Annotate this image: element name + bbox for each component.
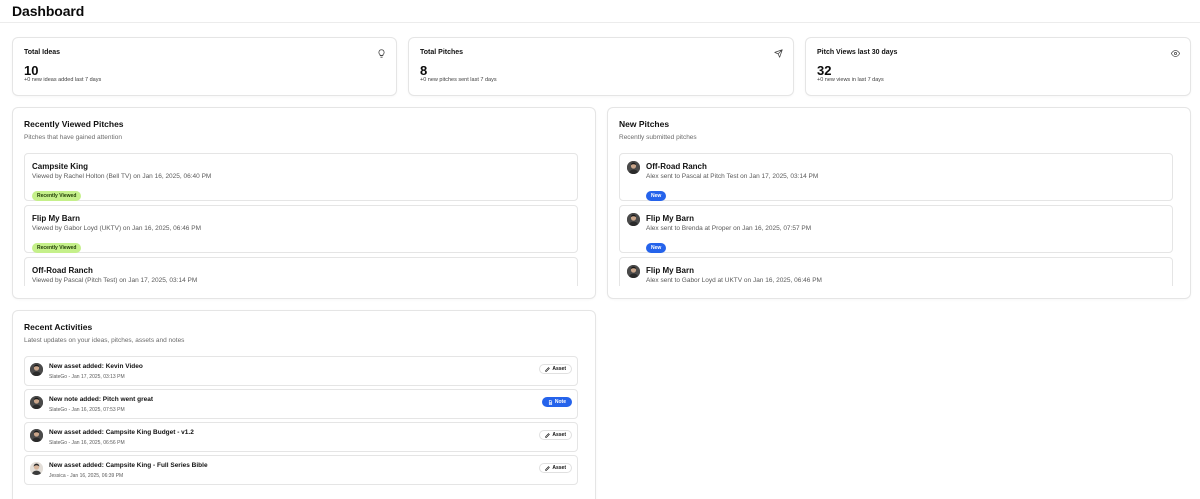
stat-title: Total Pitches (420, 49, 464, 56)
pitch-title: Flip My Barn (32, 214, 81, 223)
panel-subtitle: Recently submitted pitches (619, 134, 697, 141)
avatar (627, 265, 640, 278)
list-item[interactable]: Off-Road Ranch Alex sent to Pascal at Pi… (619, 153, 1173, 201)
status-badge: Recently Viewed (32, 191, 82, 201)
pencil-icon (545, 366, 551, 372)
activity-title: New asset added: Campsite King Budget - … (49, 429, 194, 436)
tag-label: Note (554, 399, 566, 405)
pencil-icon (545, 432, 551, 438)
stat-value: 10 (24, 63, 39, 78)
activity-title: New asset added: Campsite King - Full Se… (49, 462, 208, 469)
avatar (30, 396, 43, 409)
stat-title: Total Ideas (24, 49, 61, 56)
recently-viewed-panel: Recently Viewed Pitches Pitches that hav… (12, 107, 596, 299)
note-tag[interactable]: Note (541, 397, 572, 407)
eye-icon (1171, 50, 1180, 57)
stat-card-total-ideas: Total Ideas 10 +0 new ideas added last 7… (12, 37, 397, 96)
list-item[interactable]: Flip My Barn Alex sent to Brenda at Prop… (619, 205, 1173, 253)
asset-tag[interactable]: Asset (539, 364, 572, 374)
stat-subtext: +0 new views in last 7 days (817, 77, 884, 83)
new-pitches-list[interactable]: Off-Road Ranch Alex sent to Pascal at Pi… (619, 153, 1173, 286)
panel-subtitle: Latest updates on your ideas, pitches, a… (24, 337, 185, 344)
top-bar: Dashboard (0, 0, 1200, 23)
send-icon (774, 49, 783, 58)
tag-label: Asset (552, 366, 566, 372)
stat-title: Pitch Views last 30 days (817, 49, 898, 56)
list-item[interactable]: New note added: Pitch went great SlateGo… (24, 389, 578, 419)
panel-subtitle: Pitches that have gained attention (24, 134, 122, 141)
avatar (30, 462, 43, 475)
stat-value: 32 (817, 63, 832, 78)
pitch-description: Alex sent to Pascal at Pitch Test on Jan… (646, 173, 819, 180)
asset-tag[interactable]: Asset (539, 463, 572, 473)
activity-meta: SlateGo - Jan 16, 2025, 07:53 PM (49, 407, 125, 413)
document-icon (548, 399, 552, 405)
new-pitches-panel: New Pitches Recently submitted pitches O… (607, 107, 1191, 299)
list-item[interactable]: New asset added: Kevin Video SlateGo - J… (24, 356, 578, 386)
panel-title: Recent Activities (24, 322, 93, 332)
pitch-title: Off-Road Ranch (646, 162, 707, 171)
pitch-description: Viewed by Pascal (Pitch Test) on Jan 17,… (32, 277, 198, 284)
list-item[interactable]: New asset added: Campsite King - Full Se… (24, 455, 578, 485)
stat-subtext: +0 new ideas added last 7 days (24, 77, 102, 83)
pitch-description: Alex sent to Gabor Loyd at UKTV on Jan 1… (646, 277, 822, 284)
status-badge: New (646, 191, 667, 201)
panel-title: New Pitches (619, 119, 670, 129)
tag-label: Asset (552, 465, 566, 471)
activities-list[interactable]: New asset added: Kevin Video SlateGo - J… (24, 356, 578, 499)
list-item[interactable]: New asset added: Campsite King Budget - … (24, 422, 578, 452)
activity-title: New asset added: Kevin Video (49, 363, 143, 370)
asset-tag[interactable]: Asset (539, 430, 572, 440)
activity-meta: Jessica - Jan 16, 2025, 06:39 PM (49, 473, 124, 479)
stat-subtext: +0 new pitches sent last 7 days (420, 77, 497, 83)
pitch-description: Viewed by Rachel Holton (Bell TV) on Jan… (32, 173, 212, 180)
list-item[interactable]: Off-Road Ranch Viewed by Pascal (Pitch T… (24, 257, 578, 286)
stat-card-pitch-views: Pitch Views last 30 days 32 +0 new views… (805, 37, 1191, 96)
recent-activities-panel: Recent Activities Latest updates on your… (12, 310, 596, 499)
recently-viewed-list[interactable]: Campsite King Viewed by Rachel Holton (B… (24, 153, 578, 286)
panel-title: Recently Viewed Pitches (24, 119, 124, 129)
tag-label: Asset (552, 432, 566, 438)
stat-card-total-pitches: Total Pitches 8 +0 new pitches sent last… (408, 37, 794, 96)
lightbulb-icon (378, 49, 385, 58)
pencil-icon (545, 465, 551, 471)
pitch-title: Flip My Barn (646, 266, 695, 275)
stat-value: 8 (420, 63, 428, 78)
list-item[interactable]: Flip My Barn Alex sent to Gabor Loyd at … (619, 257, 1173, 286)
status-badge: Recently Viewed (32, 243, 82, 253)
activity-meta: SlateGo - Jan 16, 2025, 06:56 PM (49, 440, 125, 446)
avatar (30, 429, 43, 442)
avatar (627, 213, 640, 226)
activity-meta: SlateGo - Jan 17, 2025, 03:13 PM (49, 374, 125, 380)
avatar (30, 363, 43, 376)
status-badge: New (646, 243, 667, 253)
page-title: Dashboard (12, 3, 85, 19)
list-item[interactable]: Campsite King Viewed by Rachel Holton (B… (24, 153, 578, 201)
pitch-title: Flip My Barn (646, 214, 695, 223)
avatar (627, 161, 640, 174)
pitch-title: Campsite King (32, 162, 89, 171)
pitch-title: Off-Road Ranch (32, 266, 93, 275)
activity-title: New note added: Pitch went great (49, 396, 154, 403)
pitch-description: Alex sent to Brenda at Proper on Jan 16,… (646, 225, 812, 232)
pitch-description: Viewed by Gabor Loyd (UKTV) on Jan 16, 2… (32, 225, 201, 232)
list-item[interactable]: Flip My Barn Viewed by Gabor Loyd (UKTV)… (24, 205, 578, 253)
